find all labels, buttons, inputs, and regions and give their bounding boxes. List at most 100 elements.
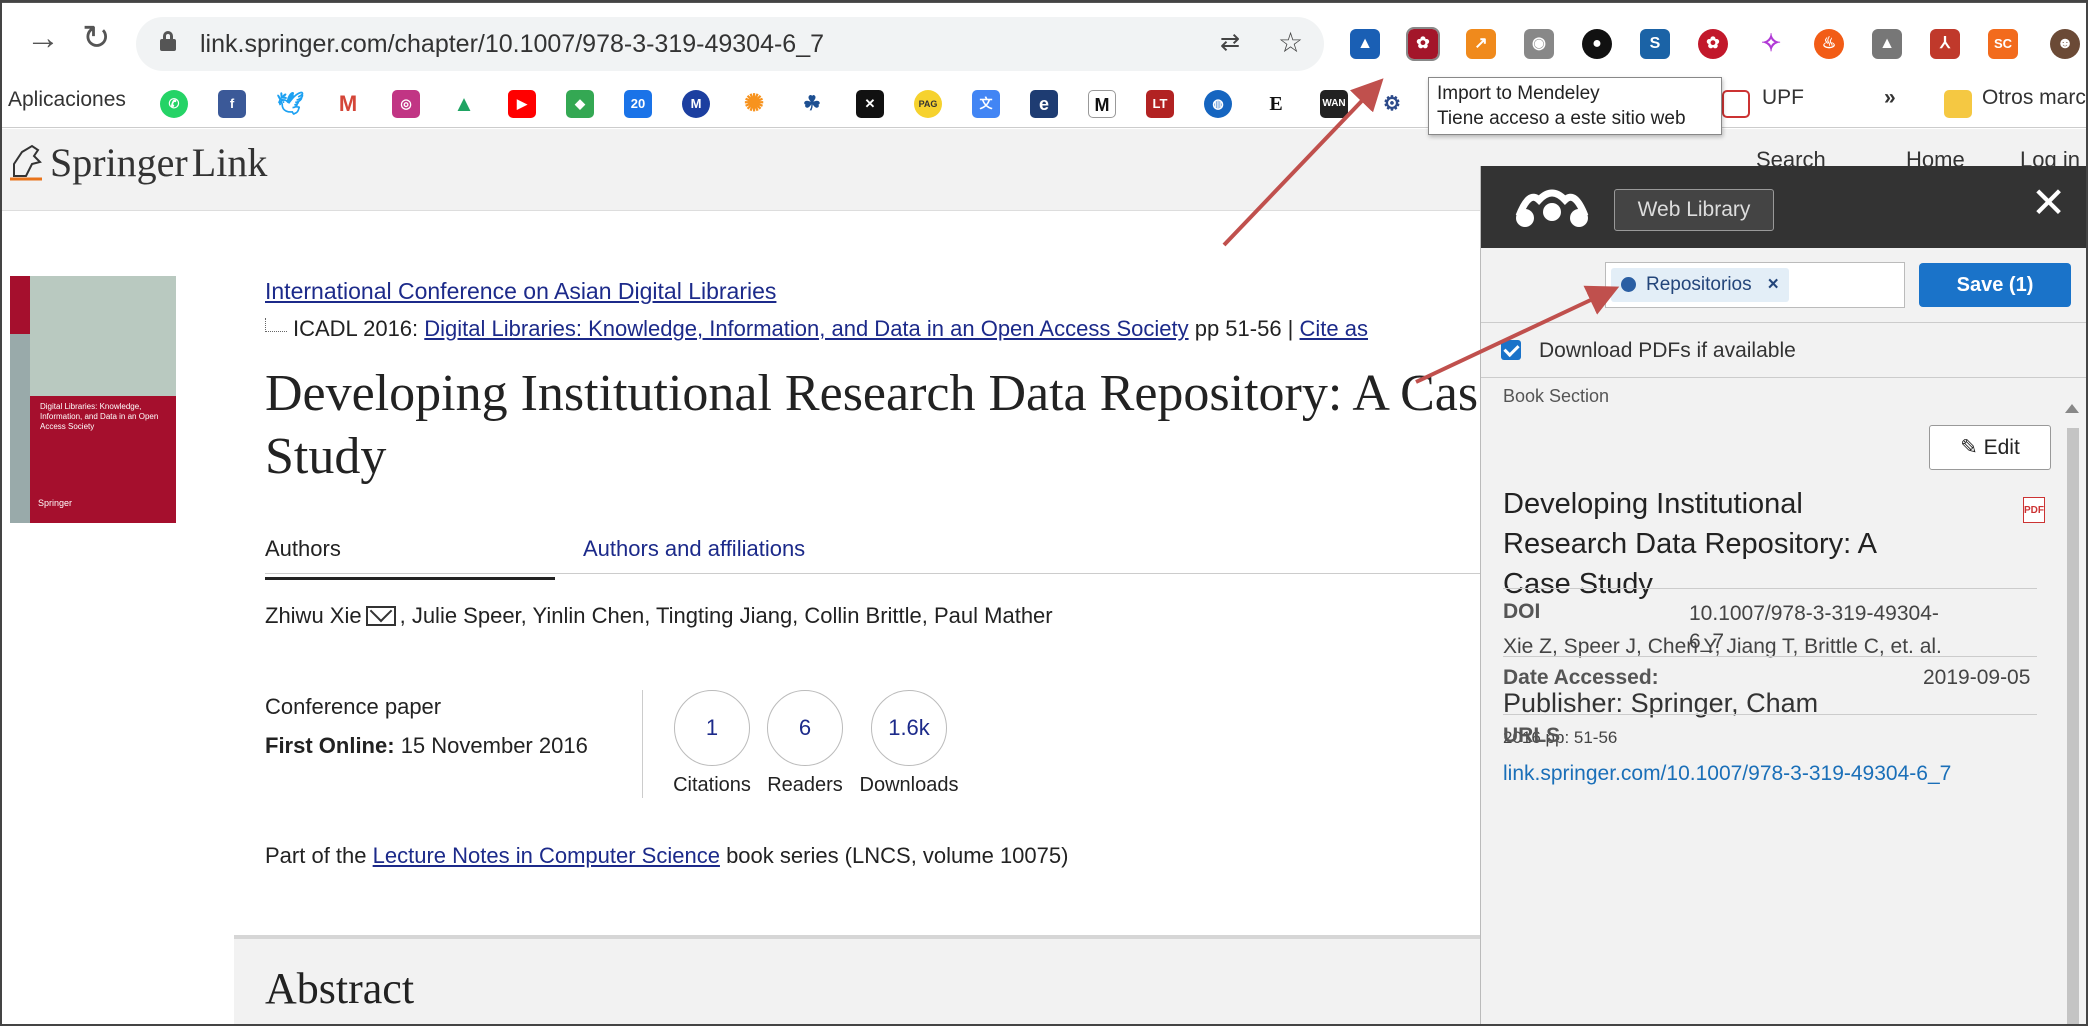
tab-authors[interactable]: Authors [265, 536, 555, 580]
divider [1503, 714, 2037, 715]
lock-icon[interactable] [160, 31, 176, 51]
urls-label: URLS [1503, 724, 1561, 747]
metric-citations[interactable]: 1 Citations [662, 690, 762, 797]
color-circle-icon[interactable]: ● [1582, 29, 1612, 59]
conference-link[interactable]: International Conference on Asian Digita… [265, 278, 776, 305]
pencil-icon: ✎ [1960, 436, 1984, 459]
book-cover-image[interactable]: Digital Libraries: Knowledge, Informatio… [10, 276, 176, 523]
tooltip-line-1: Import to Mendeley [1437, 83, 1600, 104]
metrics-divider [642, 690, 643, 798]
lt-icon[interactable]: LT [1146, 90, 1174, 118]
translate-icon[interactable]: ⇄ [1220, 31, 1240, 55]
reference-details: Book Section ✎ Edit Developing Instituti… [1503, 166, 2063, 1026]
extension-tooltip: Import to Mendeley Tiene acceso a este s… [1428, 77, 1722, 135]
wan-icon[interactable]: WAN [1320, 90, 1348, 118]
globe-bookmark-icon[interactable]: ◍ [1204, 90, 1232, 118]
author-first[interactable]: Zhiwu Xie [265, 603, 362, 628]
chart-extension-icon[interactable]: ↗ [1466, 29, 1496, 59]
apps-bookmark[interactable]: Aplicaciones [8, 88, 126, 112]
forward-icon[interactable]: → [26, 21, 60, 55]
other-bookmarks[interactable]: Otros marc [1982, 86, 2086, 110]
drive-extension-icon[interactable]: ▲ [1872, 29, 1902, 59]
first-online-date: 15 November 2016 [400, 733, 588, 758]
e-letter-icon[interactable]: E [1262, 90, 1290, 118]
icadl-prefix: ICADL 2016: [293, 316, 419, 341]
panel-scrollbar[interactable] [2063, 400, 2081, 1026]
graduation-cap-icon[interactable]: ▲ [1350, 29, 1380, 59]
pag-icon[interactable]: PAG [914, 90, 942, 118]
bookmark-extension-icon[interactable]: S [1640, 29, 1670, 59]
email-icon[interactable] [365, 606, 396, 626]
edit-button[interactable]: ✎ Edit [1929, 425, 2051, 470]
springer-horse-icon [10, 144, 42, 181]
metric-readers[interactable]: 6 Readers [755, 690, 855, 797]
whatsapp-icon[interactable]: ✆ [160, 90, 188, 118]
folder-icon[interactable] [1944, 90, 1972, 118]
profile-avatar[interactable]: ☻ [2050, 29, 2080, 59]
sun-icon[interactable]: ✺ [740, 90, 768, 118]
cover-title: Digital Libraries: Knowledge, Informatio… [40, 402, 159, 431]
upf-bookmark-icon[interactable] [1722, 90, 1750, 118]
scroll-thumb[interactable] [2067, 428, 2079, 1026]
puzzle-icon[interactable]: ☘ [798, 90, 826, 118]
facebook-icon[interactable]: f [218, 90, 246, 118]
address-bar[interactable]: link.springer.com/chapter/10.1007/978-3-… [136, 17, 1324, 71]
e-app-icon[interactable]: e [1030, 90, 1058, 118]
twitter-icon[interactable]: 🕊 [276, 90, 304, 118]
divider [1503, 656, 2037, 657]
springer-logo[interactable]: Springer Link [8, 139, 267, 186]
logo-text-springer: Springer [50, 140, 188, 185]
scroll-up-icon[interactable] [2065, 404, 2079, 413]
pdf-icon[interactable]: PDF [2023, 497, 2045, 523]
browser-toolbar: → ↻ link.springer.com/chapter/10.1007/97… [0, 0, 2088, 82]
gmail-icon[interactable]: M [334, 90, 362, 118]
author-tabs: Authors Authors and affiliations [265, 530, 1495, 580]
m-circle-icon[interactable]: M [682, 90, 710, 118]
article-title: Developing Institutional Research Data R… [265, 365, 1502, 485]
reference-url-link[interactable]: link.springer.com/10.1007/978-3-319-4930… [1503, 762, 1951, 786]
tree-connector-icon [265, 318, 287, 332]
bookmarks-bar: Aplicaciones ✆ f 🕊 M ◎ ▲ ▶ ◆ 20 M ✺ ☘ ✕ … [0, 82, 2088, 128]
maps-icon[interactable]: ◆ [566, 90, 594, 118]
url-text[interactable]: link.springer.com/chapter/10.1007/978-3-… [200, 30, 824, 59]
logo-text-link: Link [191, 140, 268, 185]
x-app-icon[interactable]: ✕ [856, 90, 884, 118]
mendeley-red-icon[interactable]: ✿ [1698, 29, 1728, 59]
paper-type: Conference paper [265, 694, 442, 719]
tab-authors-affiliations[interactable]: Authors and affiliations [583, 536, 805, 562]
authors-rest[interactable]: , Julie Speer, Yinlin Chen, Tingting Jia… [400, 603, 1053, 628]
series-link[interactable]: Lecture Notes in Computer Science [373, 843, 720, 868]
metric-value[interactable]: 1.6k [871, 690, 947, 766]
metric-value[interactable]: 6 [767, 690, 843, 766]
star-icon[interactable]: ☆ [1278, 29, 1303, 57]
tooltip-line-2: Tiene acceso a este sitio web [1437, 108, 1686, 129]
cite-as-link[interactable]: Cite as [1300, 316, 1368, 341]
drive-icon[interactable]: ▲ [450, 90, 478, 118]
first-online: First Online: 15 November 2016 [265, 733, 588, 759]
upf-bookmark[interactable]: UPF [1762, 86, 1804, 110]
mendeley-extension-icon[interactable]: ✿ [1406, 27, 1440, 61]
series-info: Part of the Lecture Notes in Computer Sc… [265, 843, 1068, 869]
proceedings-line: ICADL 2016: Digital Libraries: Knowledge… [265, 316, 1368, 342]
pdf-extension-icon[interactable]: ⅄ [1930, 29, 1960, 59]
metric-value[interactable]: 1 [674, 690, 750, 766]
doi-label: DOI [1503, 600, 1541, 623]
sc-extension-icon[interactable]: SC [1988, 29, 2018, 59]
reload-icon[interactable]: ↻ [82, 21, 111, 55]
metric-downloads[interactable]: 1.6k Downloads [859, 690, 959, 797]
date-accessed-label: Date Accessed: [1503, 666, 1659, 689]
item-type: Book Section [1503, 386, 1610, 406]
medium-icon[interactable]: M [1088, 90, 1116, 118]
mendeley-import-panel: Web Library ✕ Repositorios × Save (1) Dow… [1480, 166, 2088, 1026]
translate-bookmark-icon[interactable]: 文 [972, 90, 1000, 118]
gear-icon[interactable]: ⚙ [1378, 90, 1406, 118]
instagram-icon[interactable]: ◎ [392, 90, 420, 118]
fire-icon[interactable]: ♨ [1814, 29, 1844, 59]
youtube-icon[interactable]: ▶ [508, 90, 536, 118]
more-bookmarks-chevron-icon[interactable]: » [1884, 86, 1896, 110]
metric-label: Downloads [859, 774, 959, 796]
proceedings-link[interactable]: Digital Libraries: Knowledge, Informatio… [424, 316, 1188, 341]
calendar-icon[interactable]: 20 [624, 90, 652, 118]
camera-icon[interactable]: ◉ [1524, 29, 1554, 59]
sparkle-icon[interactable]: ✧ [1756, 29, 1786, 59]
